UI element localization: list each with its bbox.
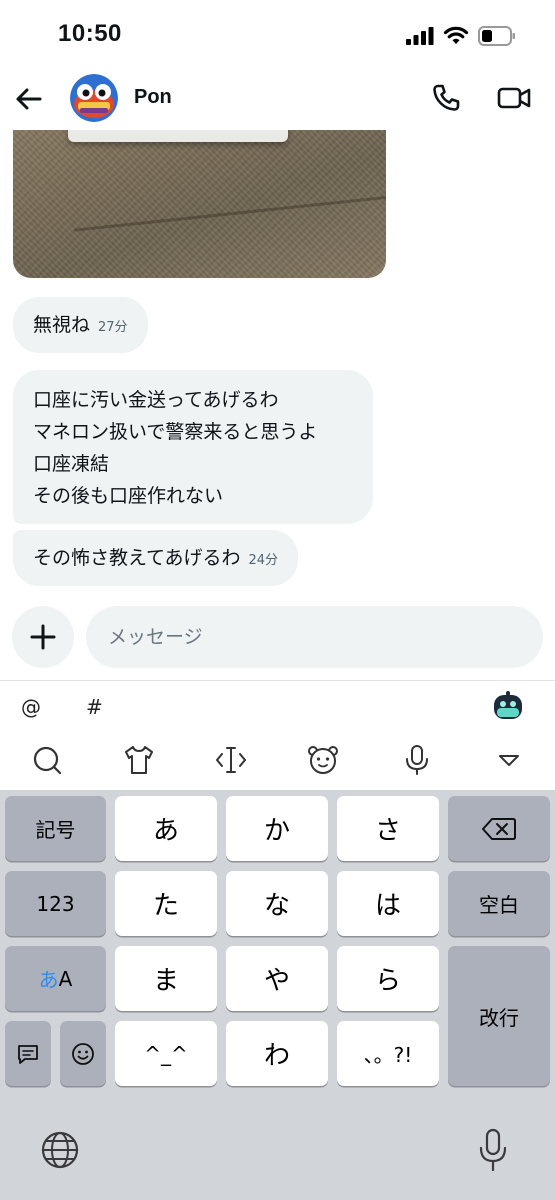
key-space[interactable]: 空白 (448, 871, 550, 936)
keyboard-toolbar: @ # (0, 680, 555, 790)
key-ma[interactable]: ま (115, 946, 217, 1011)
plus-icon (30, 624, 56, 650)
cursor-move-icon[interactable] (214, 743, 248, 777)
status-bar: 10:50 (0, 0, 555, 70)
key-ha[interactable]: は (337, 871, 439, 936)
kana-keyboard: 記号 あ か さ 123 た な は 空白 あA ま や ら 改行 ^_^ わ … (0, 790, 555, 1200)
message-text: その怖さ教えてあげるわ (33, 547, 241, 569)
signal-icon (406, 27, 434, 45)
key-numbers[interactable]: 123 (5, 871, 106, 936)
key-sa[interactable]: さ (337, 796, 439, 861)
message-text: 無視ね (33, 314, 91, 336)
status-time: 10:50 (58, 20, 122, 47)
key-ya[interactable]: や (226, 946, 328, 1011)
back-arrow-icon[interactable] (14, 84, 44, 114)
key-kaomoji[interactable]: ^_^ (115, 1021, 217, 1086)
message-bubble[interactable]: 無視ね 27分 (13, 297, 148, 353)
key-ka[interactable]: か (226, 796, 328, 861)
message-line: その後も口座作れない (33, 485, 224, 507)
message-square-icon (18, 1044, 38, 1064)
key-punctuation[interactable]: 、。?! (337, 1021, 439, 1086)
message-line: マネロン扱いで警察来ると思うよ (33, 421, 318, 443)
message-list[interactable]: 無視ね 27分 口座に汚い金送ってあげるわ マネロン扱いで警察来ると思うよ 口座凍… (0, 130, 555, 600)
emoji-face-icon (72, 1042, 94, 1065)
avatar-face-icon (70, 74, 118, 122)
message-input[interactable] (86, 606, 543, 668)
key-input-mode[interactable]: あA (5, 946, 106, 1011)
backspace-icon (482, 817, 516, 840)
kana-mode-label: あ (38, 968, 59, 992)
search-bubble-icon[interactable] (30, 743, 64, 777)
wifi-icon (443, 26, 469, 44)
tshirt-icon[interactable] (122, 743, 156, 777)
photo-paper (68, 130, 288, 142)
add-media-button[interactable] (12, 606, 74, 668)
key-ra[interactable]: ら (337, 946, 439, 1011)
key-symbols[interactable]: 記号 (5, 796, 106, 861)
keyboard-bottom-bar (0, 1100, 555, 1200)
image-attachment[interactable] (13, 130, 386, 278)
message-line: 口座に汚い金送ってあげるわ (33, 389, 279, 411)
key-ta[interactable]: た (115, 871, 217, 936)
message-time: 24分 (248, 553, 279, 568)
globe-icon[interactable] (40, 1130, 80, 1170)
key-a[interactable]: あ (115, 796, 217, 861)
collapse-keyboard-icon[interactable] (492, 743, 526, 777)
message-line: 口座凍結 (33, 453, 110, 475)
battery-icon (478, 26, 515, 46)
key-emoji[interactable] (60, 1021, 106, 1086)
message-time: 27分 (98, 320, 128, 335)
dictation-mic-icon[interactable] (478, 1128, 508, 1172)
key-phrase[interactable] (5, 1021, 51, 1086)
microphone-icon[interactable] (400, 743, 434, 777)
bear-face-icon[interactable] (306, 743, 340, 777)
phone-call-icon[interactable] (430, 82, 462, 114)
at-symbol-button[interactable]: @ (21, 695, 41, 719)
message-bubble[interactable]: その怖さ教えてあげるわ 24分 (13, 530, 299, 586)
contact-name[interactable]: Pon (134, 86, 172, 109)
key-enter[interactable]: 改行 (448, 946, 550, 1086)
key-na[interactable]: な (226, 871, 328, 936)
latin-mode-label: A (58, 966, 73, 991)
video-call-icon[interactable] (497, 84, 531, 112)
conversation-header: Pon (0, 70, 555, 130)
hash-symbol-button[interactable]: # (86, 695, 103, 719)
key-backspace[interactable] (448, 796, 550, 861)
message-bubble[interactable]: 口座に汚い金送ってあげるわ マネロン扱いで警察来ると思うよ 口座凍結 その後も口… (13, 370, 373, 524)
message-composer (0, 600, 555, 680)
avatar[interactable] (70, 74, 118, 122)
key-wa[interactable]: わ (226, 1021, 328, 1086)
robot-sticker-icon[interactable] (492, 691, 524, 721)
